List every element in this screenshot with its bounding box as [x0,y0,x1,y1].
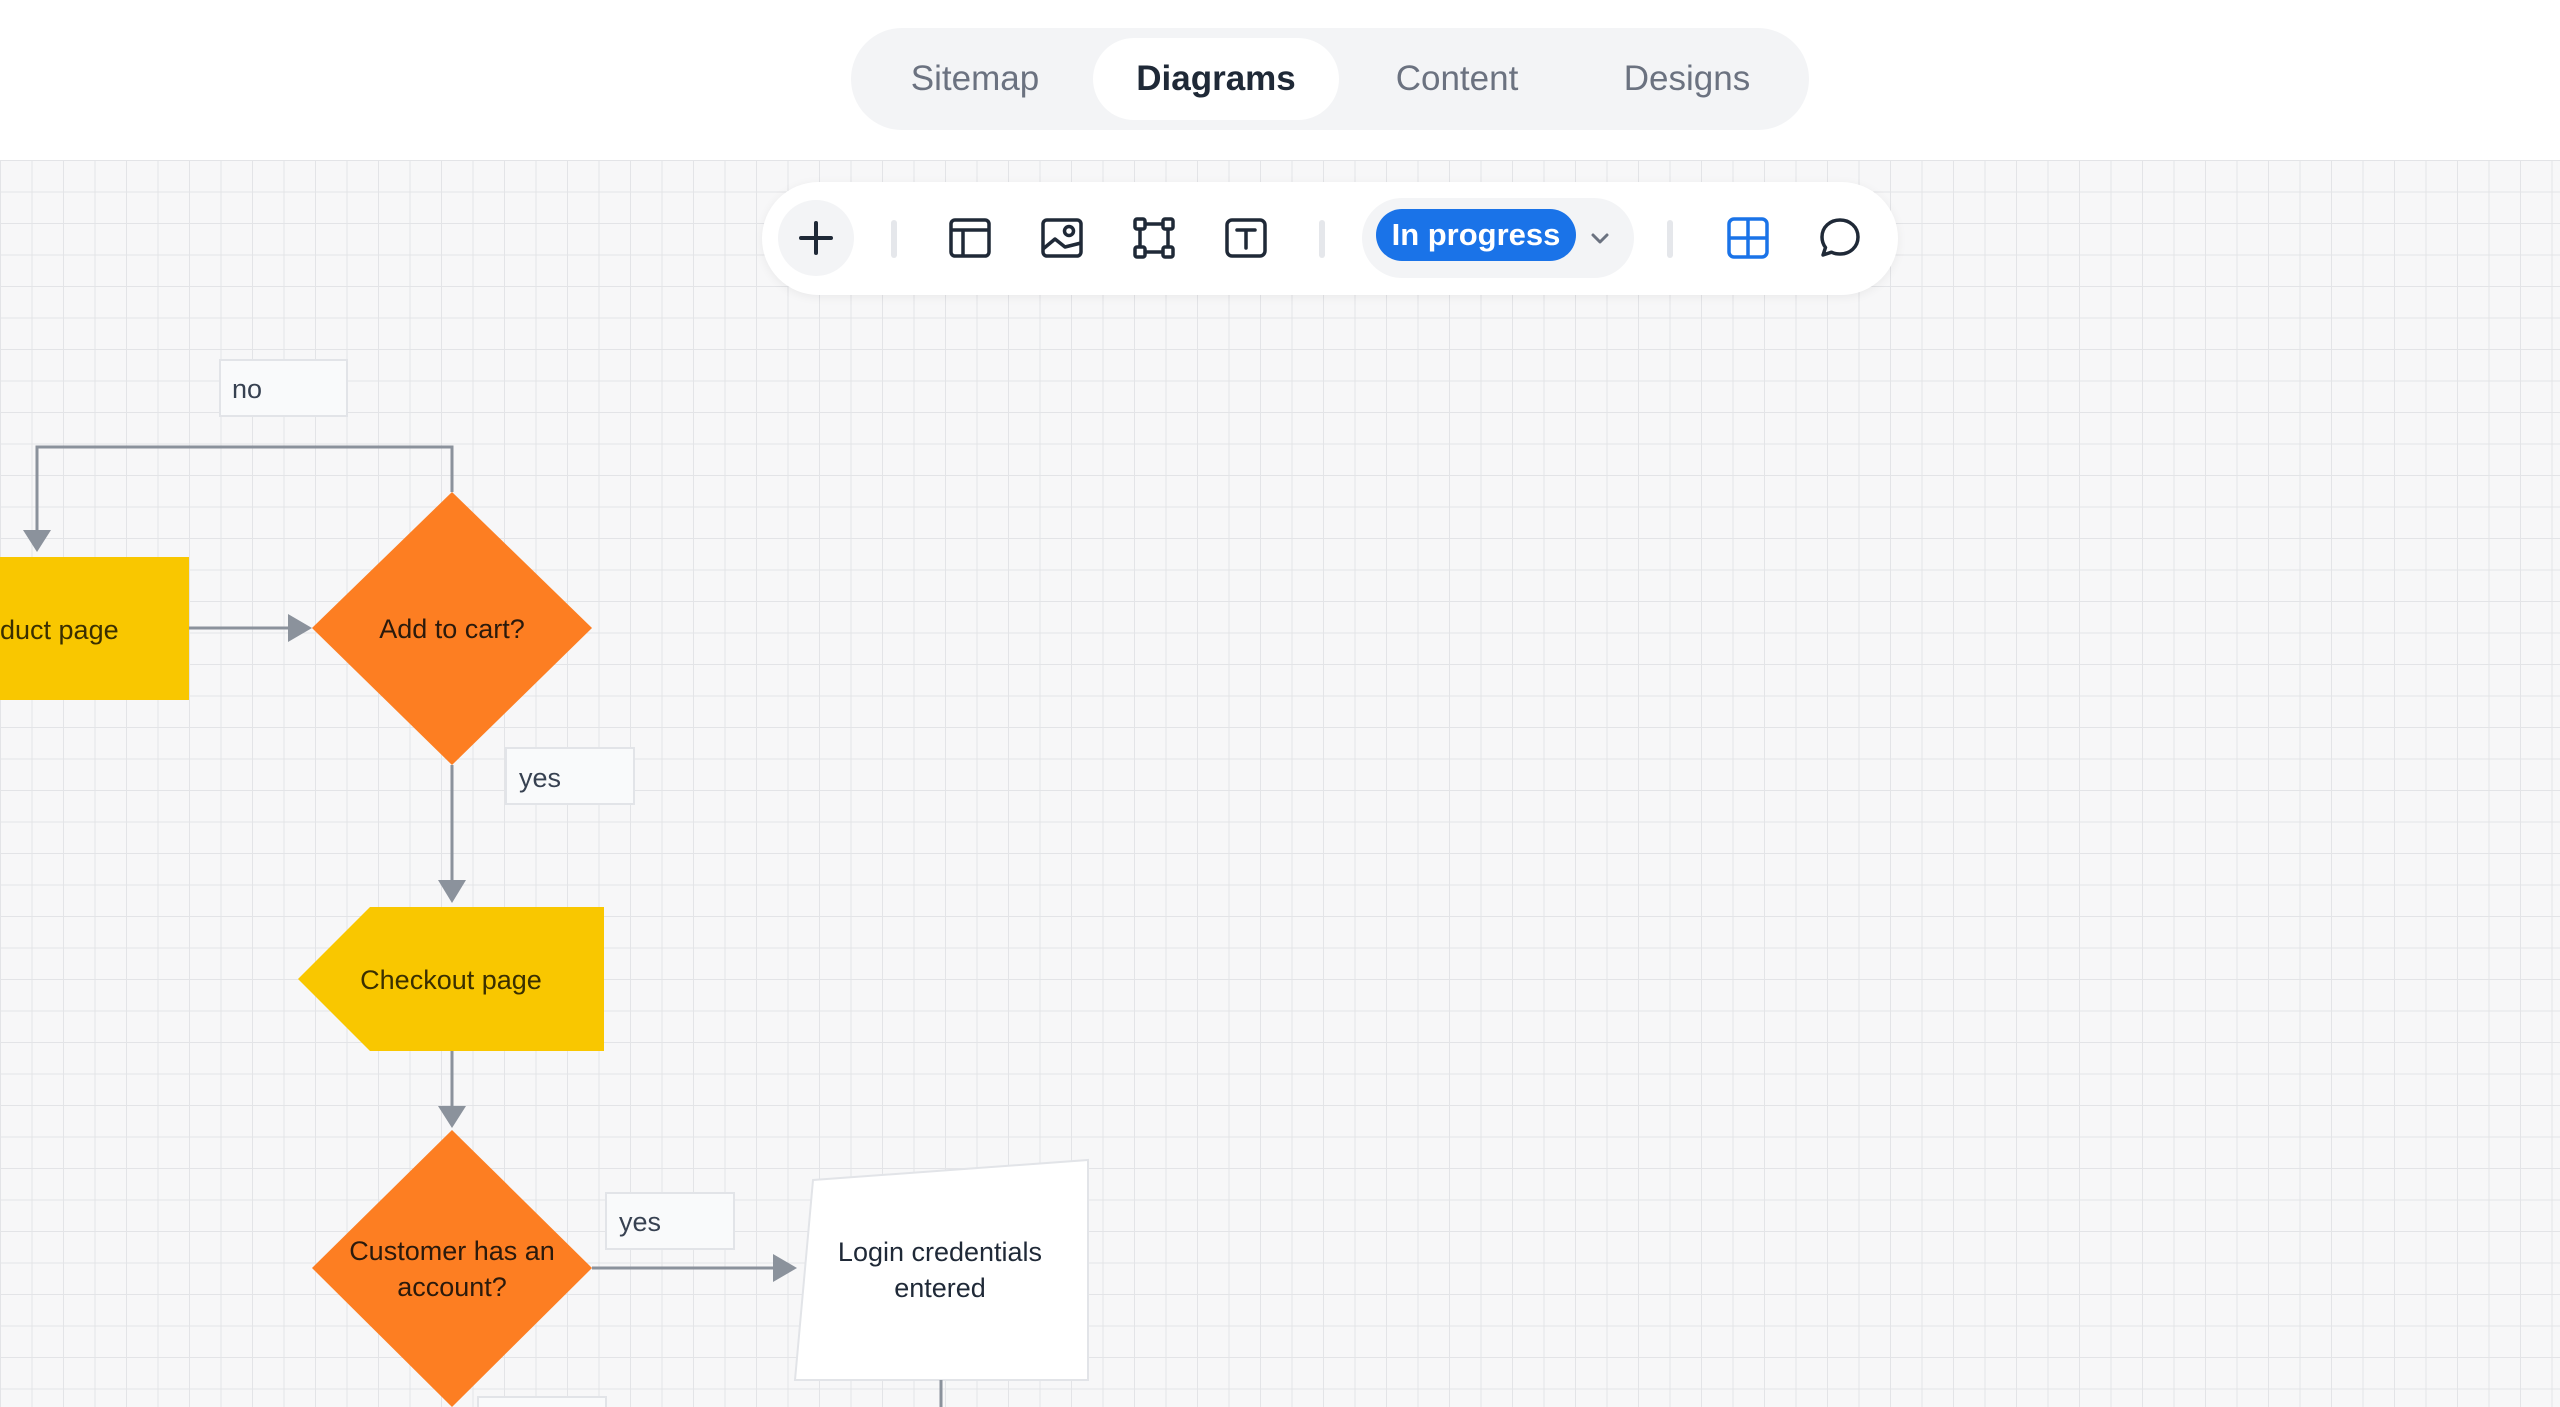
node-login-credentials[interactable] [793,1158,1089,1381]
view-tabs: Sitemap Diagrams Content Designs [851,28,1809,130]
tab-designs[interactable]: Designs [1575,38,1799,120]
status-dropdown[interactable]: In progress [1362,198,1634,278]
flowchart: no duct page Add to cart? yes Checkout p… [0,359,1089,1407]
toolbar-separator [891,220,897,258]
connector-no-loop[interactable] [35,445,454,530]
text-icon [1225,218,1267,258]
plus-icon [799,221,833,255]
grid-toggle-button[interactable] [1710,200,1786,276]
node-login-label-1: Login credentials [838,1237,1042,1267]
node-has-account[interactable] [312,1130,592,1407]
edge-label-partial-box[interactable] [477,1396,607,1407]
node-has-account-label-1: Customer has an [349,1236,555,1266]
arrowhead-product-to-cart [288,614,312,642]
edge-label-yes-login: yes [619,1207,661,1237]
image-icon [1041,218,1083,258]
arrowhead-cart-to-checkout [438,880,466,903]
text-button[interactable] [1208,200,1284,276]
top-header: Sitemap Diagrams Content Designs [0,0,2560,160]
grid-icon [1727,217,1769,259]
tab-sitemap[interactable]: Sitemap [861,38,1089,120]
comment-button[interactable] [1802,200,1878,276]
frame-icon [1133,217,1175,259]
node-login-label-2: entered [894,1273,986,1303]
node-has-account-label-2: account? [397,1272,507,1302]
diagram-canvas[interactable]: no duct page Add to cart? yes Checkout p… [0,160,2560,1407]
image-button[interactable] [1024,200,1100,276]
canvas-toolbar: In progress [762,182,1898,295]
layout-button[interactable] [932,200,1008,276]
node-checkout-page-label: Checkout page [360,965,542,995]
edge-label-no: no [232,374,262,404]
chevron-down-icon[interactable] [1580,218,1620,258]
tab-diagrams[interactable]: Diagrams [1093,38,1339,120]
tab-content[interactable]: Content [1343,38,1571,120]
status-badge[interactable]: In progress [1376,209,1576,261]
frame-button[interactable] [1116,200,1192,276]
arrowhead-checkout-to-account [438,1106,466,1128]
node-add-to-cart-label: Add to cart? [379,614,525,644]
arrowhead-no-loop [23,530,51,552]
toolbar-separator [1319,220,1325,258]
edge-label-yes-checkout: yes [519,763,561,793]
comment-icon [1820,218,1860,257]
node-product-page-label: duct page [0,615,119,645]
toolbar-separator [1667,220,1673,258]
arrowhead-account-to-login [773,1254,797,1282]
layout-icon [949,218,991,258]
add-button[interactable] [778,200,854,276]
